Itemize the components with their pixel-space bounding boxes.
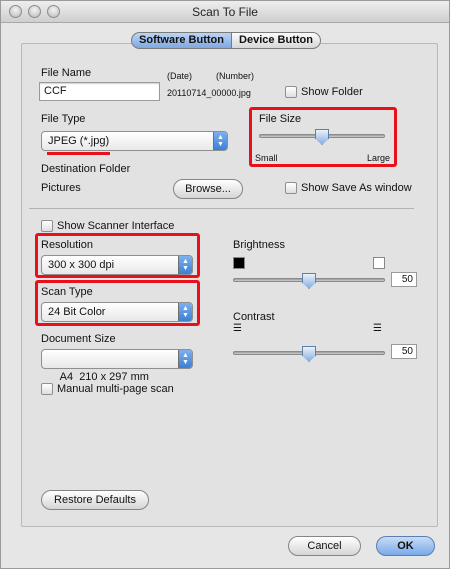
file-size-min-label: Small	[255, 153, 278, 163]
brightness-value-field[interactable]: 50	[391, 272, 417, 287]
low-contrast-icon: ☰	[233, 323, 242, 334]
show-folder-checkbox[interactable]	[285, 86, 297, 98]
file-type-select[interactable]: JPEG (*.jpg) ▲ ▼	[41, 131, 228, 151]
show-save-as-checkbox[interactable]	[285, 182, 297, 194]
file-type-value: JPEG (*.jpg)	[48, 135, 110, 147]
document-size-value: A4 210 x 297 mm	[59, 371, 149, 383]
popup-arrows-icon: ▲ ▼	[178, 303, 192, 321]
document-size-select[interactable]: A4 210 x 297 mm ▲ ▼	[41, 349, 193, 383]
popup-arrows-icon: ▲ ▼	[213, 132, 227, 150]
file-type-label: File Type	[41, 113, 86, 125]
file-size-label: File Size	[259, 113, 302, 125]
brightness-label: Brightness	[233, 239, 285, 251]
file-name-input[interactable]: CCF	[39, 82, 160, 101]
manual-multi-page-checkbox[interactable]	[41, 383, 53, 395]
light-brightness-icon	[373, 257, 385, 269]
section-divider	[29, 208, 414, 209]
destination-folder-value: Pictures	[41, 182, 81, 194]
contrast-label: Contrast	[233, 311, 275, 323]
resolution-value: 300 x 300 dpi	[48, 259, 115, 271]
tab-software-button[interactable]: Software Button	[131, 32, 232, 49]
resolution-select[interactable]: 300 x 300 dpi ▲ ▼	[41, 255, 193, 275]
popup-arrows-icon: ▲ ▼	[178, 256, 192, 274]
ok-button[interactable]: OK	[376, 536, 435, 556]
file-name-preview: 20110714_00000.jpg	[167, 88, 251, 98]
scan-type-label: Scan Type	[41, 286, 93, 298]
browse-button[interactable]: Browse...	[173, 179, 243, 199]
file-size-max-label: Large	[367, 153, 391, 163]
high-contrast-icon: ☰	[373, 323, 382, 334]
show-scanner-interface-checkbox[interactable]	[41, 220, 53, 232]
manual-multi-page-label: Manual multi-page scan	[57, 383, 174, 395]
scan-to-file-window: Scan To File Software Button Device Butt…	[0, 0, 450, 569]
cancel-button[interactable]: Cancel	[288, 536, 361, 556]
show-save-as-label: Show Save As window	[301, 182, 412, 194]
window-title: Scan To File	[192, 5, 258, 19]
contrast-value-field[interactable]: 50	[391, 344, 417, 359]
scan-type-value: 24 Bit Color	[48, 306, 106, 318]
popup-arrows-icon: ▲ ▼	[178, 350, 192, 368]
file-type-underline	[47, 152, 110, 155]
scan-type-select[interactable]: 24 Bit Color ▲ ▼	[41, 302, 193, 322]
resolution-label: Resolution	[41, 239, 93, 251]
number-label: (Number)	[216, 71, 255, 81]
title-bar: Scan To File	[1, 1, 449, 23]
tab-device-button[interactable]: Device Button	[231, 32, 321, 49]
restore-defaults-button[interactable]: Restore Defaults	[41, 490, 149, 510]
show-scanner-interface-label: Show Scanner Interface	[57, 220, 175, 232]
destination-folder-label: Destination Folder	[41, 163, 131, 175]
dark-brightness-icon	[233, 257, 245, 269]
document-size-label: Document Size	[41, 333, 116, 345]
date-label: (Date)	[167, 71, 193, 81]
show-folder-label: Show Folder	[301, 86, 363, 98]
file-name-label: File Name	[41, 67, 92, 79]
